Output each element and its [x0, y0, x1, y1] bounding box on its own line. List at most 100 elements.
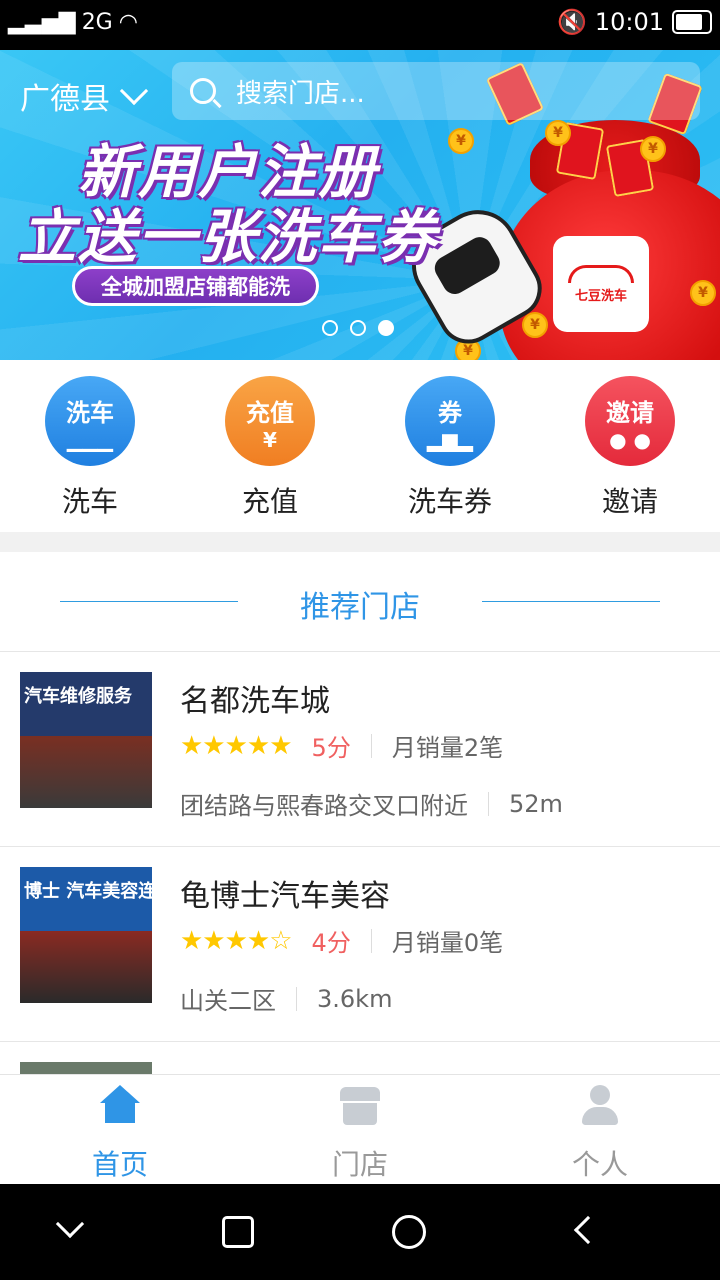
invite-icon-text: 邀请 [606, 398, 654, 427]
rating-stars-icon: ★★★★★ [180, 730, 293, 761]
carousel-dot-active[interactable] [378, 320, 394, 336]
store-photo-floor [20, 736, 152, 808]
store-address: 山关二区 [180, 987, 276, 1015]
tab-label: 首页 [91, 1148, 148, 1181]
coin-icon: ¥ [690, 280, 716, 306]
store-sales: 月销量0笔 [391, 929, 504, 957]
quick-actions: 洗车 ▁▁▁ 洗车 充值 ¥ 充值 券 ▂▆▂ 洗车券 邀请 ● ● 邀请 [0, 360, 720, 532]
store-meta: ★★★★☆ 4分 月销量0笔 [180, 923, 503, 958]
store-score: 4分 [311, 929, 351, 957]
chevron-down-icon [119, 76, 149, 106]
battery-icon [672, 10, 712, 34]
promo-pill: 全城加盟店铺都能洗 [72, 266, 319, 306]
tab-profile[interactable]: 个人 [480, 1081, 720, 1183]
promo-banner[interactable]: ¥ ¥ ¥ ¥ ¥ ¥ 七豆洗车 新用户注册 立送一张洗车券 全城加盟店铺都能洗… [0, 50, 720, 360]
quick-action-recharge[interactable]: 充值 ¥ 充值 [180, 376, 360, 520]
store-address-row: 山关二区 3.6km [180, 981, 392, 1016]
store-name: 名都洗车城 [180, 684, 330, 719]
yen-icon: ¥ [263, 427, 277, 452]
brand-logo-text: 七豆洗车 [574, 288, 627, 304]
carousel-dots [322, 320, 394, 336]
clock: 10:01 [594, 8, 664, 36]
store-sign: 汽车维修服务 [20, 672, 152, 736]
mute-icon: 🔇 [556, 8, 587, 36]
recharge-icon: 充值 ¥ [225, 376, 315, 466]
home-button[interactable] [392, 1215, 426, 1249]
invite-icon: 邀请 ● ● [585, 376, 675, 466]
separator [370, 733, 372, 758]
wifi-icon: ◠ [118, 10, 138, 35]
tab-label: 个人 [571, 1148, 628, 1181]
status-left: ▂▃▅▇ 2G ◠ [8, 10, 138, 35]
user-icon [580, 1085, 620, 1125]
store-meta: ★★★★★ 5分 月销量2笔 [180, 728, 503, 763]
store-name: 龟博士汽车美容 [180, 879, 390, 914]
rating-stars-icon: ★★★★☆ [180, 925, 293, 956]
car-wash-icon: 洗车 ▁▁▁ [45, 376, 135, 466]
signal-icon: ▂▃▅▇ [8, 10, 76, 35]
system-nav-bar [0, 1184, 720, 1280]
water-drops-icon: ▁▁▁ [66, 427, 114, 452]
quick-action-invite[interactable]: 邀请 ● ● 邀请 [540, 376, 720, 520]
back-button[interactable] [568, 1214, 604, 1250]
section-title: 推荐门店 [300, 590, 420, 625]
status-bar: ▂▃▅▇ 2G ◠ 🔇 10:01 [0, 0, 720, 50]
quick-action-label: 邀请 [601, 485, 658, 518]
section-divider [0, 532, 720, 552]
coupon-icon-text: 券 [438, 398, 462, 427]
city-selector[interactable]: 广德县 [20, 74, 149, 118]
search-placeholder: 搜索门店... [236, 78, 365, 109]
store-distance: 3.6km [317, 984, 393, 1013]
coin-icon: ¥ [640, 136, 666, 162]
home-icon-body [105, 1101, 135, 1123]
car-shape-icon: ▂▆▂ [426, 427, 474, 452]
section-header: 推荐门店 [0, 552, 720, 652]
tab-stores[interactable]: 门店 [240, 1081, 480, 1183]
recommended-stores: 推荐门店 汽车维修服务 名都洗车城 ★★★★★ 5分 月销量2笔 团结路与熙春路… [0, 552, 720, 1074]
network-type: 2G [81, 10, 113, 35]
store-distance: 52m [509, 789, 563, 818]
car-wash-icon-text: 洗车 [66, 398, 114, 427]
brand-logo: 七豆洗车 [553, 236, 649, 332]
nav-down-button[interactable] [52, 1209, 88, 1250]
store-sign: 博士 汽车美容连 [20, 867, 152, 931]
tab-label: 门店 [331, 1148, 388, 1181]
coupon-icon: 券 ▂▆▂ [405, 376, 495, 466]
chevron-left-icon [573, 1215, 603, 1245]
store-item-partial[interactable] [0, 1042, 720, 1074]
separator [488, 791, 489, 816]
recent-apps-button[interactable] [222, 1216, 254, 1248]
tab-home[interactable]: 首页 [0, 1081, 240, 1183]
user-icon-head [590, 1085, 610, 1105]
store-icon-awning [340, 1087, 380, 1101]
carousel-dot[interactable] [350, 320, 366, 336]
bubble-icon: ● ● [609, 427, 651, 452]
car-logo-icon [568, 264, 634, 283]
search-icon [190, 78, 216, 104]
chevron-down-icon [55, 1209, 85, 1239]
store-item[interactable]: 博士 汽车美容连 龟博士汽车美容 ★★★★☆ 4分 月销量0笔 山关二区 3.6… [0, 847, 720, 1042]
store-photo [20, 1062, 152, 1074]
store-item[interactable]: 汽车维修服务 名都洗车城 ★★★★★ 5分 月销量2笔 团结路与熙春路交叉口附近… [0, 652, 720, 847]
quick-action-label: 洗车券 [407, 485, 492, 518]
recharge-icon-text: 充值 [246, 398, 294, 427]
store-address: 团结路与熙春路交叉口附近 [180, 792, 468, 820]
separator [370, 928, 372, 953]
quick-action-label: 洗车 [61, 485, 118, 518]
quick-action-coupon[interactable]: 券 ▂▆▂ 洗车券 [360, 376, 540, 520]
store-photo-floor [20, 931, 152, 1003]
carousel-dot[interactable] [322, 320, 338, 336]
city-name: 广德县 [20, 82, 110, 117]
store-address-row: 团结路与熙春路交叉口附近 52m [180, 786, 563, 821]
separator [296, 986, 297, 1011]
search-input[interactable]: 搜索门店... [172, 62, 700, 120]
store-photo: 博士 汽车美容连 [20, 867, 152, 1003]
coin-icon: ¥ [545, 120, 571, 146]
bottom-tab-bar: 首页 门店 个人 [0, 1074, 720, 1184]
store-icon [340, 1085, 380, 1125]
quick-action-wash[interactable]: 洗车 ▁▁▁ 洗车 [0, 376, 180, 520]
coin-icon: ¥ [448, 128, 474, 154]
store-photo: 汽车维修服务 [20, 672, 152, 808]
store-score: 5分 [311, 734, 351, 762]
user-icon-body [582, 1107, 618, 1125]
